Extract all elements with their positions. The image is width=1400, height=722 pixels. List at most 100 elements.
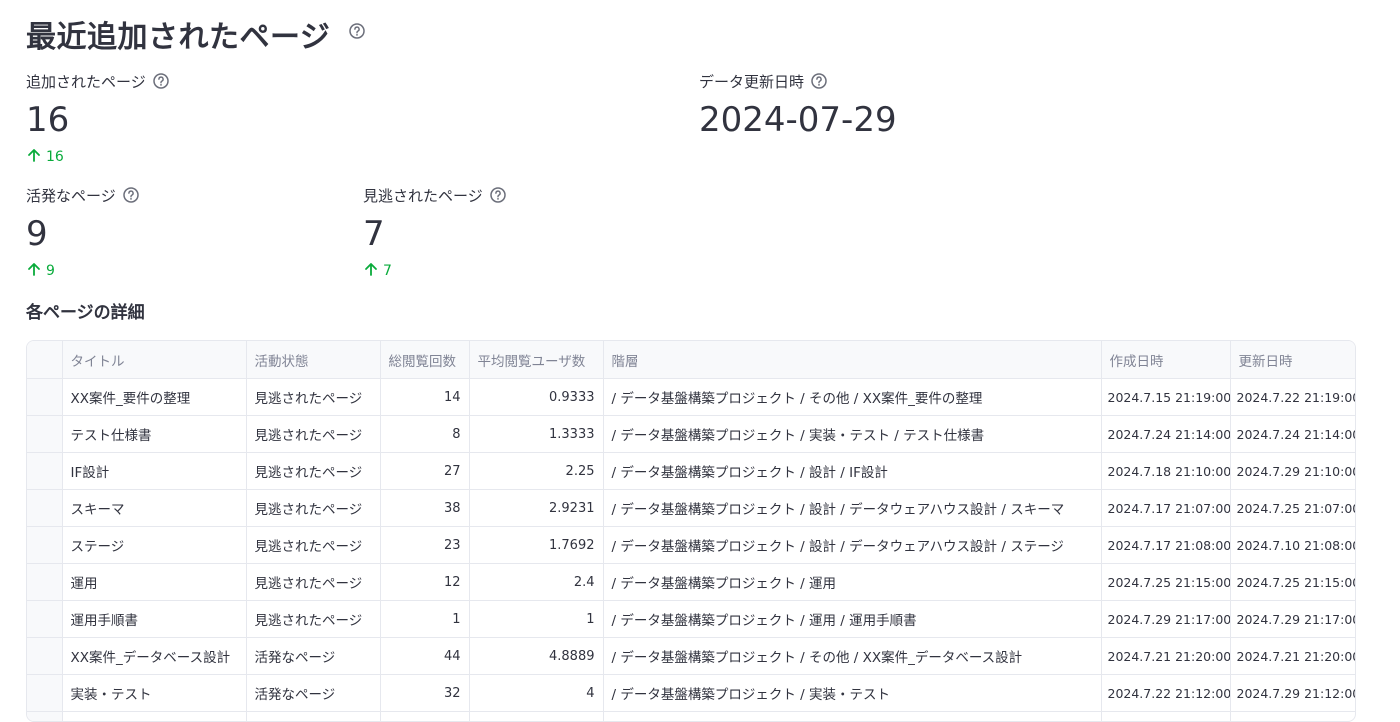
table-row[interactable]: IF設計見逃されたページ272.25 / データ基盤構築プロジェクト / 設計 … — [27, 453, 1355, 490]
avg-users-cell[interactable]: 2.25 — [469, 453, 603, 490]
avg-users-cell[interactable]: 2.9231 — [469, 490, 603, 527]
views-cell[interactable] — [380, 712, 469, 722]
views-cell[interactable]: 44 — [380, 638, 469, 675]
hierarchy-cell[interactable]: / データ基盤構築プロジェクト / その他 / XX案件_データベース設計 — [603, 638, 1101, 675]
views-cell[interactable]: 27 — [380, 453, 469, 490]
help-icon[interactable] — [152, 72, 170, 90]
column-header-index[interactable] — [27, 341, 62, 379]
updated-cell[interactable]: 2024.7.25 21:15:00 — [1230, 564, 1355, 601]
avg-users-cell[interactable]: 0.9333 — [469, 379, 603, 416]
created-cell[interactable]: 2024.7.18 21:10:00 — [1101, 453, 1230, 490]
table-row[interactable]: XX案件_要件の整理見逃されたページ140.9333 / データ基盤構築プロジェ… — [27, 379, 1355, 416]
hierarchy-cell[interactable]: / データ基盤構築プロジェクト / 運用 — [603, 564, 1101, 601]
status-cell[interactable]: 見逃されたページ — [246, 416, 380, 453]
avg-users-cell[interactable]: 1.3333 — [469, 416, 603, 453]
status-cell[interactable]: 活発なページ — [246, 675, 380, 712]
created-cell[interactable]: 2024.7.21 21:20:00 — [1101, 638, 1230, 675]
help-icon[interactable] — [489, 186, 507, 204]
views-cell[interactable]: 14 — [380, 379, 469, 416]
page-title-cell[interactable]: 実装・テスト — [62, 675, 246, 712]
row-index[interactable] — [27, 564, 62, 601]
column-header-views[interactable]: 総閲覧回数 — [380, 341, 469, 379]
views-cell[interactable]: 23 — [380, 527, 469, 564]
hierarchy-cell[interactable]: / データ基盤構築プロジェクト / 設計 / データウェアハウス設計 / スキー… — [603, 490, 1101, 527]
column-header-avg-users[interactable]: 平均閲覧ユーザ数 — [469, 341, 603, 379]
avg-users-cell[interactable]: 4.8889 — [469, 638, 603, 675]
hierarchy-cell[interactable]: / データ基盤構築プロジェクト / その他 / XX案件_要件の整理 — [603, 379, 1101, 416]
hierarchy-cell[interactable]: / データ基盤構築プロジェクト / 設計 / データウェアハウス設計 / ステー… — [603, 527, 1101, 564]
page-title-cell[interactable]: XX案件_要件の整理 — [62, 379, 246, 416]
views-cell[interactable]: 32 — [380, 675, 469, 712]
updated-cell[interactable]: 2024.7.29 21:17:00 — [1230, 601, 1355, 638]
row-index[interactable] — [27, 712, 62, 722]
status-cell[interactable]: 見逃されたページ — [246, 490, 380, 527]
page-title-cell[interactable]: 運用 — [62, 564, 246, 601]
column-header-updated[interactable]: 更新日時 — [1230, 341, 1355, 379]
row-index[interactable] — [27, 601, 62, 638]
created-cell[interactable]: 2024.7.24 21:14:00 — [1101, 416, 1230, 453]
page-title-cell[interactable]: テスト仕様書 — [62, 416, 246, 453]
page-title-cell[interactable]: ステージ — [62, 527, 246, 564]
row-index[interactable] — [27, 490, 62, 527]
row-index[interactable] — [27, 416, 62, 453]
created-cell[interactable]: 2024.7.17 21:08:00 — [1101, 527, 1230, 564]
status-cell[interactable] — [246, 712, 380, 722]
updated-cell[interactable]: 2024.7.29 21:12:00 — [1230, 675, 1355, 712]
created-cell[interactable] — [1101, 712, 1230, 722]
column-header-created[interactable]: 作成日時 — [1101, 341, 1230, 379]
views-cell[interactable]: 38 — [380, 490, 469, 527]
hierarchy-cell[interactable]: / データ基盤構築プロジェクト / 実装・テスト / テスト仕様書 — [603, 416, 1101, 453]
table-row[interactable]: スキーマ見逃されたページ382.9231 / データ基盤構築プロジェクト / 設… — [27, 490, 1355, 527]
updated-cell[interactable]: 2024.7.10 21:08:00 — [1230, 527, 1355, 564]
status-cell[interactable]: 見逃されたページ — [246, 564, 380, 601]
page-title-cell[interactable]: XX案件_データベース設計 — [62, 638, 246, 675]
avg-users-cell[interactable]: 2.4 — [469, 564, 603, 601]
row-index[interactable] — [27, 527, 62, 564]
table-row[interactable] — [27, 712, 1355, 722]
row-index[interactable] — [27, 675, 62, 712]
page-title-cell[interactable]: 運用手順書 — [62, 601, 246, 638]
table-row[interactable]: 運用手順書見逃されたページ11 / データ基盤構築プロジェクト / 運用 / 運… — [27, 601, 1355, 638]
column-header-hierarchy[interactable]: 階層 — [603, 341, 1101, 379]
row-index[interactable] — [27, 379, 62, 416]
avg-users-cell[interactable]: 1.7692 — [469, 527, 603, 564]
updated-cell[interactable]: 2024.7.25 21:07:00 — [1230, 490, 1355, 527]
views-cell[interactable]: 12 — [380, 564, 469, 601]
created-cell[interactable]: 2024.7.15 21:19:00 — [1101, 379, 1230, 416]
updated-cell[interactable]: 2024.7.24 21:14:00 — [1230, 416, 1355, 453]
row-index[interactable] — [27, 453, 62, 490]
table-row[interactable]: 実装・テスト活発なページ324 / データ基盤構築プロジェクト / 実装・テスト… — [27, 675, 1355, 712]
avg-users-cell[interactable] — [469, 712, 603, 722]
hierarchy-cell[interactable] — [603, 712, 1101, 722]
help-icon[interactable] — [122, 186, 140, 204]
table-row[interactable]: テスト仕様書見逃されたページ81.3333 / データ基盤構築プロジェクト / … — [27, 416, 1355, 453]
help-icon[interactable] — [348, 22, 366, 40]
avg-users-cell[interactable]: 1 — [469, 601, 603, 638]
status-cell[interactable]: 見逃されたページ — [246, 527, 380, 564]
page-title-cell[interactable]: IF設計 — [62, 453, 246, 490]
created-cell[interactable]: 2024.7.25 21:15:00 — [1101, 564, 1230, 601]
status-cell[interactable]: 見逃されたページ — [246, 601, 380, 638]
created-cell[interactable]: 2024.7.29 21:17:00 — [1101, 601, 1230, 638]
hierarchy-cell[interactable]: / データ基盤構築プロジェクト / 運用 / 運用手順書 — [603, 601, 1101, 638]
table-row[interactable]: 運用見逃されたページ122.4 / データ基盤構築プロジェクト / 運用2024… — [27, 564, 1355, 601]
row-index[interactable] — [27, 638, 62, 675]
updated-cell[interactable] — [1230, 712, 1355, 722]
views-cell[interactable]: 1 — [380, 601, 469, 638]
views-cell[interactable]: 8 — [380, 416, 469, 453]
table-row[interactable]: ステージ見逃されたページ231.7692 / データ基盤構築プロジェクト / 設… — [27, 527, 1355, 564]
updated-cell[interactable]: 2024.7.21 21:20:00 — [1230, 638, 1355, 675]
updated-cell[interactable]: 2024.7.22 21:19:00 — [1230, 379, 1355, 416]
created-cell[interactable]: 2024.7.22 21:12:00 — [1101, 675, 1230, 712]
created-cell[interactable]: 2024.7.17 21:07:00 — [1101, 490, 1230, 527]
status-cell[interactable]: 活発なページ — [246, 638, 380, 675]
column-header-status[interactable]: 活動状態 — [246, 341, 380, 379]
updated-cell[interactable]: 2024.7.29 21:10:00 — [1230, 453, 1355, 490]
avg-users-cell[interactable]: 4 — [469, 675, 603, 712]
help-icon[interactable] — [810, 72, 828, 90]
details-table[interactable]: タイトル 活動状態 総閲覧回数 平均閲覧ユーザ数 階層 作成日時 更新日時 XX… — [26, 340, 1356, 722]
page-title-cell[interactable]: スキーマ — [62, 490, 246, 527]
status-cell[interactable]: 見逃されたページ — [246, 453, 380, 490]
hierarchy-cell[interactable]: / データ基盤構築プロジェクト / 設計 / IF設計 — [603, 453, 1101, 490]
page-title-cell[interactable] — [62, 712, 246, 722]
